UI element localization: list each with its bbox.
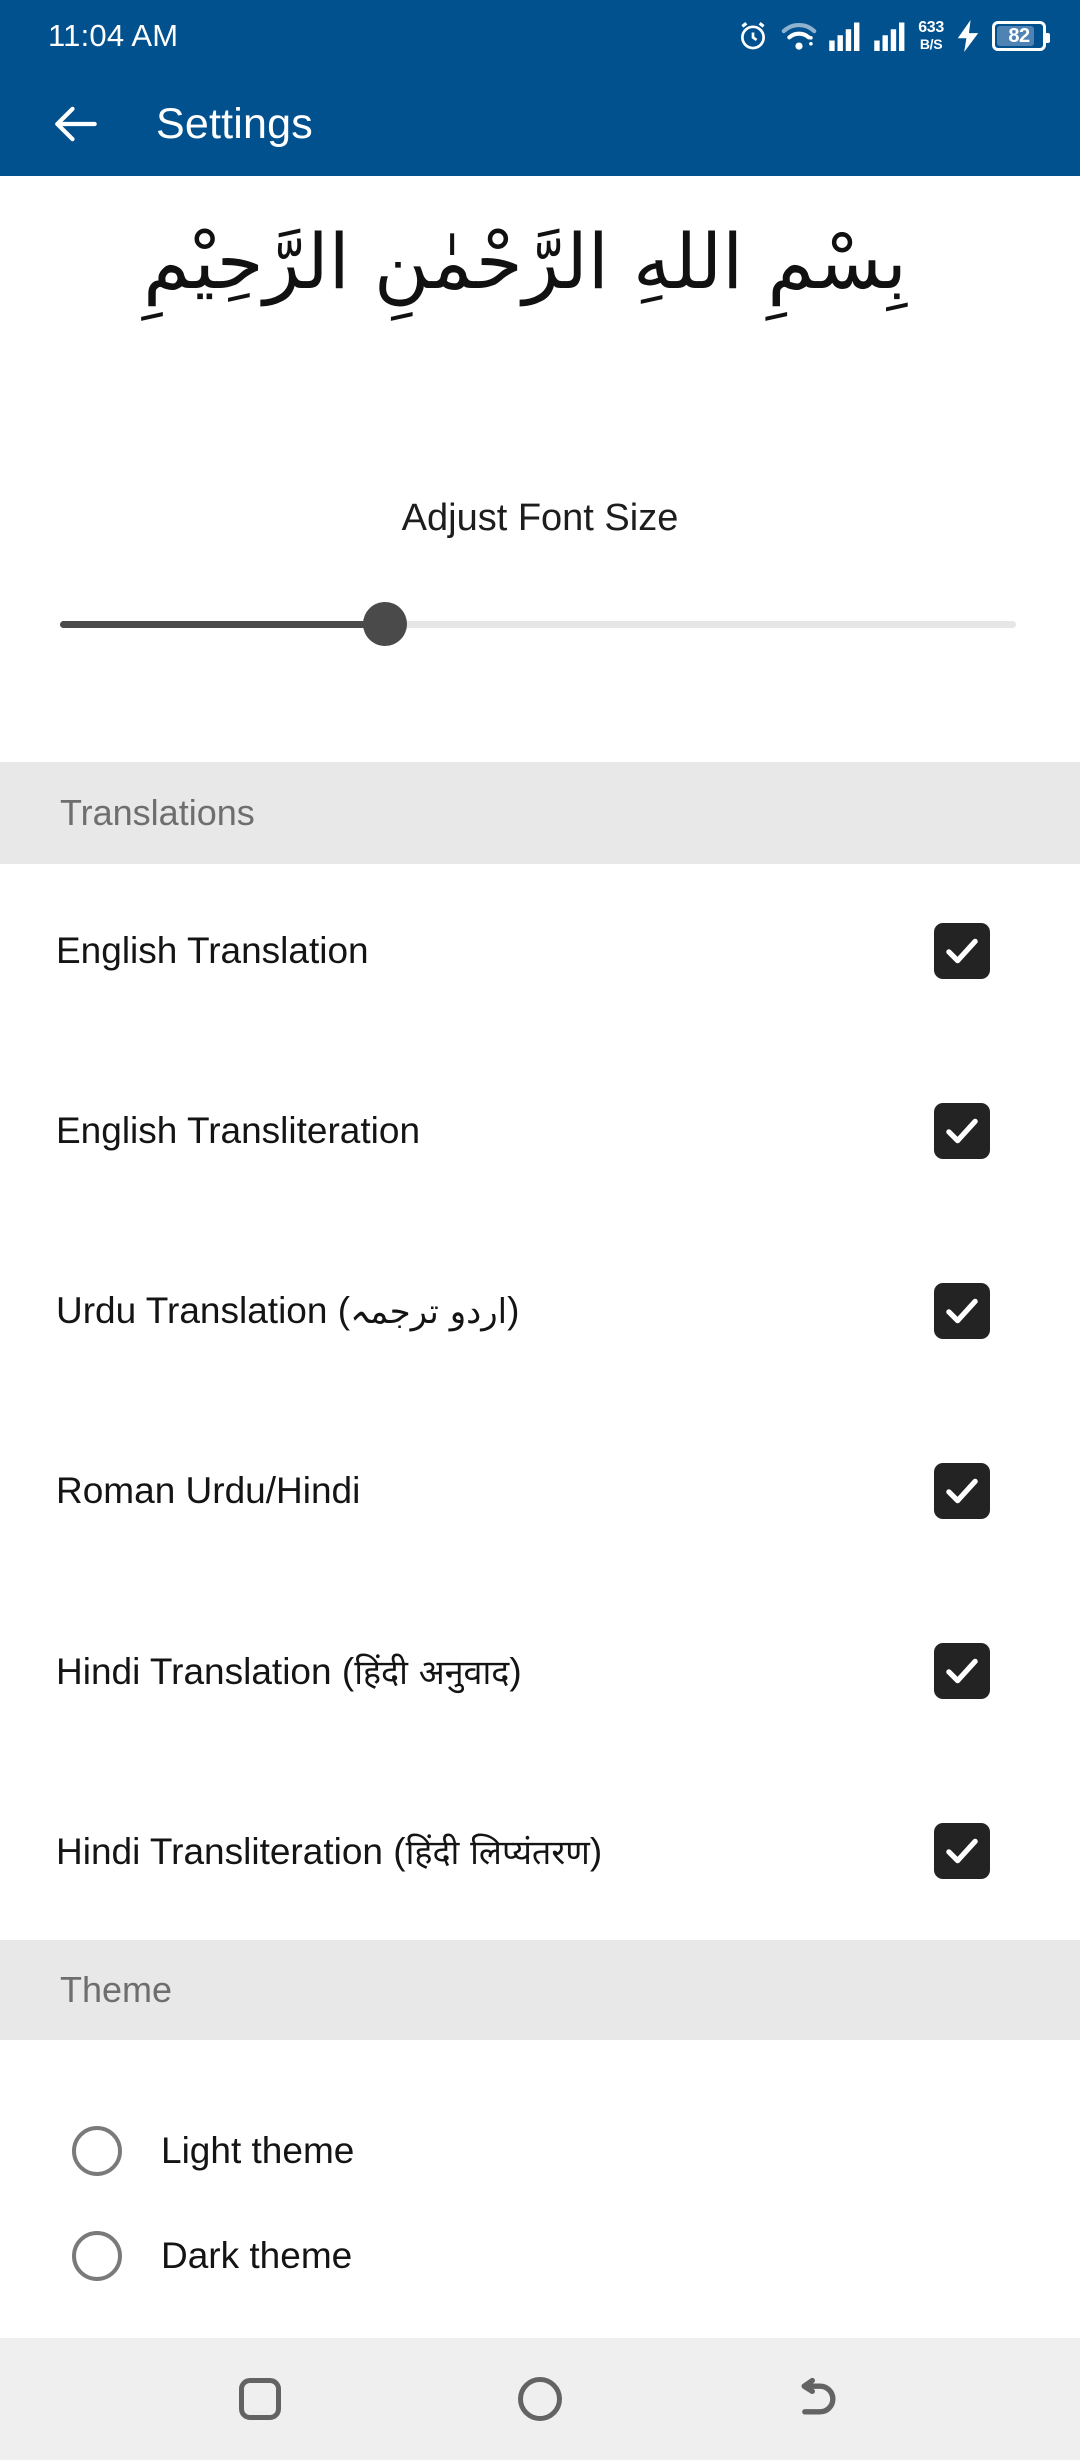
adjust-font-size-label: Adjust Font Size xyxy=(401,497,679,539)
signal-sim1-icon xyxy=(828,21,862,51)
radio-label: Light theme xyxy=(161,2130,355,2171)
row-label-native: हिंदी अनुवाद xyxy=(354,1653,510,1693)
battery-icon: 82 xyxy=(992,21,1050,51)
row-label: Roman Urdu/Hindi xyxy=(56,1470,361,1511)
system-navigation-bar xyxy=(0,2338,1080,2460)
battery-percent-label: 82 xyxy=(1008,24,1030,47)
row-english-translation[interactable]: English Translation xyxy=(0,896,1080,1006)
row-label: Hindi Translation (हिंदी अनुवाद) xyxy=(56,1648,934,1694)
row-roman-urdu-hindi[interactable]: Roman Urdu/Hindi xyxy=(0,1436,1080,1546)
row-urdu-translation[interactable]: Urdu Translation (اردو ترجمہ) xyxy=(0,1256,1080,1366)
checkbox-english-translation[interactable] xyxy=(934,923,990,979)
slider-thumb[interactable] xyxy=(363,602,407,646)
row-label-native: اردو ترجمہ xyxy=(350,1292,508,1332)
radio-label: Dark theme xyxy=(161,2235,353,2276)
checkbox-urdu-translation[interactable] xyxy=(934,1283,990,1339)
row-label: English Transliteration xyxy=(56,1110,421,1151)
row-hindi-translation[interactable]: Hindi Translation (हिंदी अनुवाद) xyxy=(0,1616,1080,1726)
checkbox-hindi-transliteration[interactable] xyxy=(934,1823,990,1879)
network-speed-unit: B/S xyxy=(919,36,943,52)
radio-row-light-theme[interactable]: Light theme xyxy=(0,2096,1080,2206)
radio-icon-light-theme[interactable] xyxy=(72,2126,122,2176)
row-label: Urdu Translation (اردو ترجمہ) xyxy=(56,1290,934,1332)
network-speed-value: 633 xyxy=(918,19,944,36)
arrow-left-icon[interactable] xyxy=(48,96,104,152)
row-label-native: हिंदी लिप्यंतरण xyxy=(405,1833,590,1873)
row-english-transliteration[interactable]: English Transliteration xyxy=(0,1076,1080,1186)
checkbox-roman-urdu-hindi[interactable] xyxy=(934,1463,990,1519)
section-header-theme: Theme xyxy=(0,1940,1080,2040)
rounded-square-icon xyxy=(239,2378,281,2420)
radio-row-dark-theme[interactable]: Dark theme xyxy=(0,2201,1080,2311)
section-header-translations: Translations xyxy=(0,762,1080,864)
app-bar: Settings xyxy=(0,72,1080,176)
section-header-label: Translations xyxy=(60,792,255,833)
status-icons-group: 633 B/S 82 xyxy=(736,19,1050,53)
font-size-slider[interactable] xyxy=(60,600,1016,648)
radio-icon-dark-theme[interactable] xyxy=(72,2231,122,2281)
page-title: Settings xyxy=(156,99,313,148)
checkbox-hindi-translation[interactable] xyxy=(934,1643,990,1699)
row-hindi-transliteration[interactable]: Hindi Transliteration (हिंदी लिप्यंतरण) xyxy=(0,1796,1080,1906)
status-bar: 11:04 AM 633 B/S 82 xyxy=(0,0,1080,72)
signal-sim2-icon xyxy=(873,21,907,51)
section-header-label: Theme xyxy=(60,1969,173,2010)
wifi-icon xyxy=(781,20,817,52)
status-clock: 11:04 AM xyxy=(48,18,179,53)
settings-screen: 11:04 AM 633 B/S 82 Settings بِسْمِ الله… xyxy=(0,0,1080,2460)
bismillah-banner: بِسْمِ اللهِ الرَّحْمٰنِ الرَّحِيْمِ xyxy=(0,176,1080,348)
row-label-en: Hindi Transliteration ( xyxy=(56,1831,406,1872)
u-turn-arrow-icon xyxy=(792,2371,848,2427)
row-label: English Translation xyxy=(56,930,369,971)
alarm-icon xyxy=(736,19,770,53)
checkbox-english-transliteration[interactable] xyxy=(934,1103,990,1159)
circle-icon xyxy=(518,2377,562,2421)
row-label-en: Hindi Translation ( xyxy=(56,1651,355,1692)
row-label-suffix: ) xyxy=(507,1290,520,1331)
row-label-suffix: ) xyxy=(509,1651,522,1692)
network-speed-indicator: 633 B/S xyxy=(918,19,944,53)
row-label: Hindi Transliteration (हिंदी लिप्यंतरण) xyxy=(56,1828,934,1874)
back-button[interactable] xyxy=(772,2351,868,2447)
bismillah-text: بِسْمِ اللهِ الرَّحْمٰنِ الرَّحِيْمِ xyxy=(143,217,907,306)
slider-fill xyxy=(60,621,385,628)
home-button[interactable] xyxy=(492,2351,588,2447)
row-label-suffix: ) xyxy=(589,1831,603,1872)
charging-bolt-icon xyxy=(955,20,981,52)
recents-button[interactable] xyxy=(212,2351,308,2447)
row-label-en: Urdu Translation ( xyxy=(56,1290,351,1331)
